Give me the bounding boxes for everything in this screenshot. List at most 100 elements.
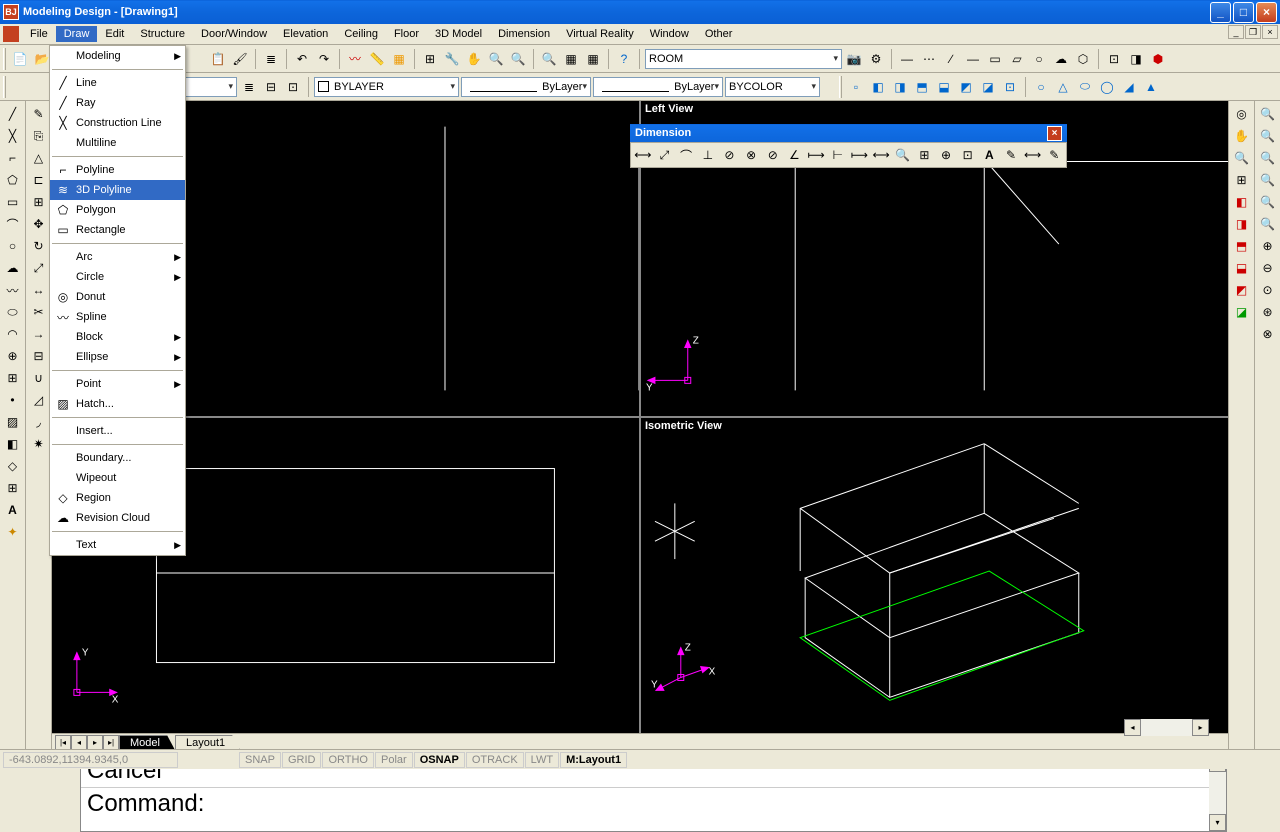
- zoom-icon[interactable]: 🔍: [486, 49, 506, 69]
- menu-item-modeling[interactable]: Modeling▶: [50, 46, 185, 66]
- dimbreak-icon[interactable]: 🔍: [893, 145, 913, 165]
- measure-icon[interactable]: 〰: [345, 49, 365, 69]
- menu-item-hatch[interactable]: ▨Hatch...: [50, 394, 185, 414]
- menu-file[interactable]: File: [22, 26, 56, 42]
- pyramid-icon[interactable]: ▲: [1141, 77, 1161, 97]
- mdi-close[interactable]: ×: [1262, 25, 1278, 39]
- fillet-icon[interactable]: ◞: [29, 412, 49, 432]
- join-icon[interactable]: ∪: [29, 368, 49, 388]
- vp6-icon[interactable]: ◪: [1232, 302, 1252, 322]
- minimize-button[interactable]: _: [1210, 2, 1231, 23]
- dimang-icon[interactable]: ∠: [785, 145, 805, 165]
- zoome-icon[interactable]: 🔍: [1258, 170, 1278, 190]
- ellipse-icon[interactable]: ⬭: [3, 302, 23, 322]
- menu-item-boundary[interactable]: Boundary...: [50, 448, 185, 468]
- camera-icon[interactable]: 📷: [844, 49, 864, 69]
- menu-draw[interactable]: Draw: [56, 26, 98, 42]
- box-icon[interactable]: ▫: [846, 77, 866, 97]
- zoomc-icon[interactable]: ⊙: [1258, 280, 1278, 300]
- menu-item-ellipse[interactable]: Ellipse▶: [50, 347, 185, 367]
- vports-icon[interactable]: ⊞: [1232, 170, 1252, 190]
- move-icon[interactable]: ✥: [29, 214, 49, 234]
- zoomw-icon[interactable]: 🔍: [1258, 126, 1278, 146]
- zoomwin-icon[interactable]: 🔍: [539, 49, 559, 69]
- scroll-left-icon[interactable]: ◂: [1124, 719, 1141, 736]
- point-icon[interactable]: •: [3, 390, 23, 410]
- trim-icon[interactable]: ✂: [29, 302, 49, 322]
- menu-item-arc[interactable]: Arc▶: [50, 247, 185, 267]
- ltype3-icon[interactable]: ∕: [941, 49, 961, 69]
- tool-icon[interactable]: ✦: [3, 522, 23, 542]
- qdim-icon[interactable]: ▦: [389, 49, 409, 69]
- brush-icon[interactable]: 🖌: [230, 49, 250, 69]
- menu-other[interactable]: Other: [697, 26, 741, 42]
- tab-layout1[interactable]: Layout1: [175, 735, 240, 750]
- menu-item-polyline[interactable]: ⌐Polyline: [50, 160, 185, 180]
- insert-icon[interactable]: ⊕: [3, 346, 23, 366]
- array-icon[interactable]: ⊞: [29, 192, 49, 212]
- scroll-down-icon[interactable]: ▾: [1209, 814, 1226, 831]
- tool-a-icon[interactable]: ⊡: [1104, 49, 1124, 69]
- menu-dimension[interactable]: Dimension: [490, 26, 558, 42]
- status-grid[interactable]: GRID: [282, 752, 322, 768]
- menu-item-point[interactable]: Point▶: [50, 374, 185, 394]
- menu-item-3dpolyline[interactable]: ≋3D Polyline: [50, 180, 185, 200]
- menu-item-ray[interactable]: ╱Ray: [50, 93, 185, 113]
- tool-b-icon[interactable]: ◨: [1126, 49, 1146, 69]
- zoomd-icon[interactable]: 🔍: [1258, 148, 1278, 168]
- menu-structure[interactable]: Structure: [132, 26, 193, 42]
- box6-icon[interactable]: ◩: [956, 77, 976, 97]
- status-polar[interactable]: Polar: [375, 752, 413, 768]
- plotstyle-combo[interactable]: BYCOLOR ▾: [725, 77, 820, 97]
- shape-misc-icon[interactable]: ⬡: [1073, 49, 1093, 69]
- menu-ceiling[interactable]: Ceiling: [336, 26, 386, 42]
- tab-model[interactable]: Model: [119, 735, 175, 750]
- menu-elevation[interactable]: Elevation: [275, 26, 336, 42]
- status-ortho[interactable]: ORTHO: [322, 752, 374, 768]
- ltype2-icon[interactable]: ⋯: [919, 49, 939, 69]
- region-icon[interactable]: ◇: [3, 456, 23, 476]
- view2-icon[interactable]: ▦: [583, 49, 603, 69]
- status-lwt[interactable]: LWT: [525, 752, 559, 768]
- mtext-icon[interactable]: A: [3, 500, 23, 520]
- command-prompt[interactable]: Command:: [81, 788, 1209, 820]
- 3dzoom-icon[interactable]: 🔍: [1232, 148, 1252, 168]
- chamfer-icon[interactable]: ◿: [29, 390, 49, 410]
- zoomp-icon[interactable]: 🔍: [1258, 192, 1278, 212]
- menu-item-constructionline[interactable]: ╳Construction Line: [50, 113, 185, 133]
- box2-icon[interactable]: ◧: [868, 77, 888, 97]
- menu-item-line[interactable]: ╱Line: [50, 73, 185, 93]
- layers-icon[interactable]: ≣: [261, 49, 281, 69]
- menu-floor[interactable]: Floor: [386, 26, 427, 42]
- maximize-button[interactable]: □: [1233, 2, 1254, 23]
- menu-virtualreality[interactable]: Virtual Reality: [558, 26, 642, 42]
- rect-icon[interactable]: ▭: [3, 192, 23, 212]
- menu-item-spline[interactable]: 〰Spline: [50, 307, 185, 327]
- menu-item-polygon[interactable]: ⬠Polygon: [50, 200, 185, 220]
- box5-icon[interactable]: ⬓: [934, 77, 954, 97]
- dimrad-icon[interactable]: ⊘: [720, 145, 740, 165]
- menu-item-circle[interactable]: Circle▶: [50, 267, 185, 287]
- undo-icon[interactable]: ↶: [292, 49, 312, 69]
- zoomrt-icon[interactable]: 🔍: [1258, 104, 1278, 124]
- menu-item-donut[interactable]: ◎Donut: [50, 287, 185, 307]
- status-mlayout1[interactable]: M:Layout1: [560, 752, 627, 768]
- sphere-icon[interactable]: ○: [1031, 77, 1051, 97]
- dimtedit-icon[interactable]: ✎: [1001, 145, 1021, 165]
- help-icon[interactable]: ?: [614, 49, 634, 69]
- revcloud-icon[interactable]: ☁: [3, 258, 23, 278]
- stretch-icon[interactable]: ↔: [29, 280, 49, 300]
- dimord-icon[interactable]: ⊥: [698, 145, 718, 165]
- new-icon[interactable]: 📄: [10, 49, 30, 69]
- redo-icon[interactable]: ↷: [314, 49, 334, 69]
- room-combo[interactable]: ROOM ▾: [645, 49, 842, 69]
- command-hscrollbar[interactable]: ◂ ▸: [1124, 719, 1209, 736]
- gradient-icon[interactable]: ◧: [3, 434, 23, 454]
- box7-icon[interactable]: ◪: [978, 77, 998, 97]
- torus-icon[interactable]: ◯: [1097, 77, 1117, 97]
- menu-3dmodel[interactable]: 3D Model: [427, 26, 490, 42]
- zooms-icon[interactable]: ⊛: [1258, 302, 1278, 322]
- zoomx-icon[interactable]: ⊗: [1258, 324, 1278, 344]
- menu-item-multiline[interactable]: Multiline: [50, 133, 185, 153]
- tolerance-icon[interactable]: ⊞: [915, 145, 935, 165]
